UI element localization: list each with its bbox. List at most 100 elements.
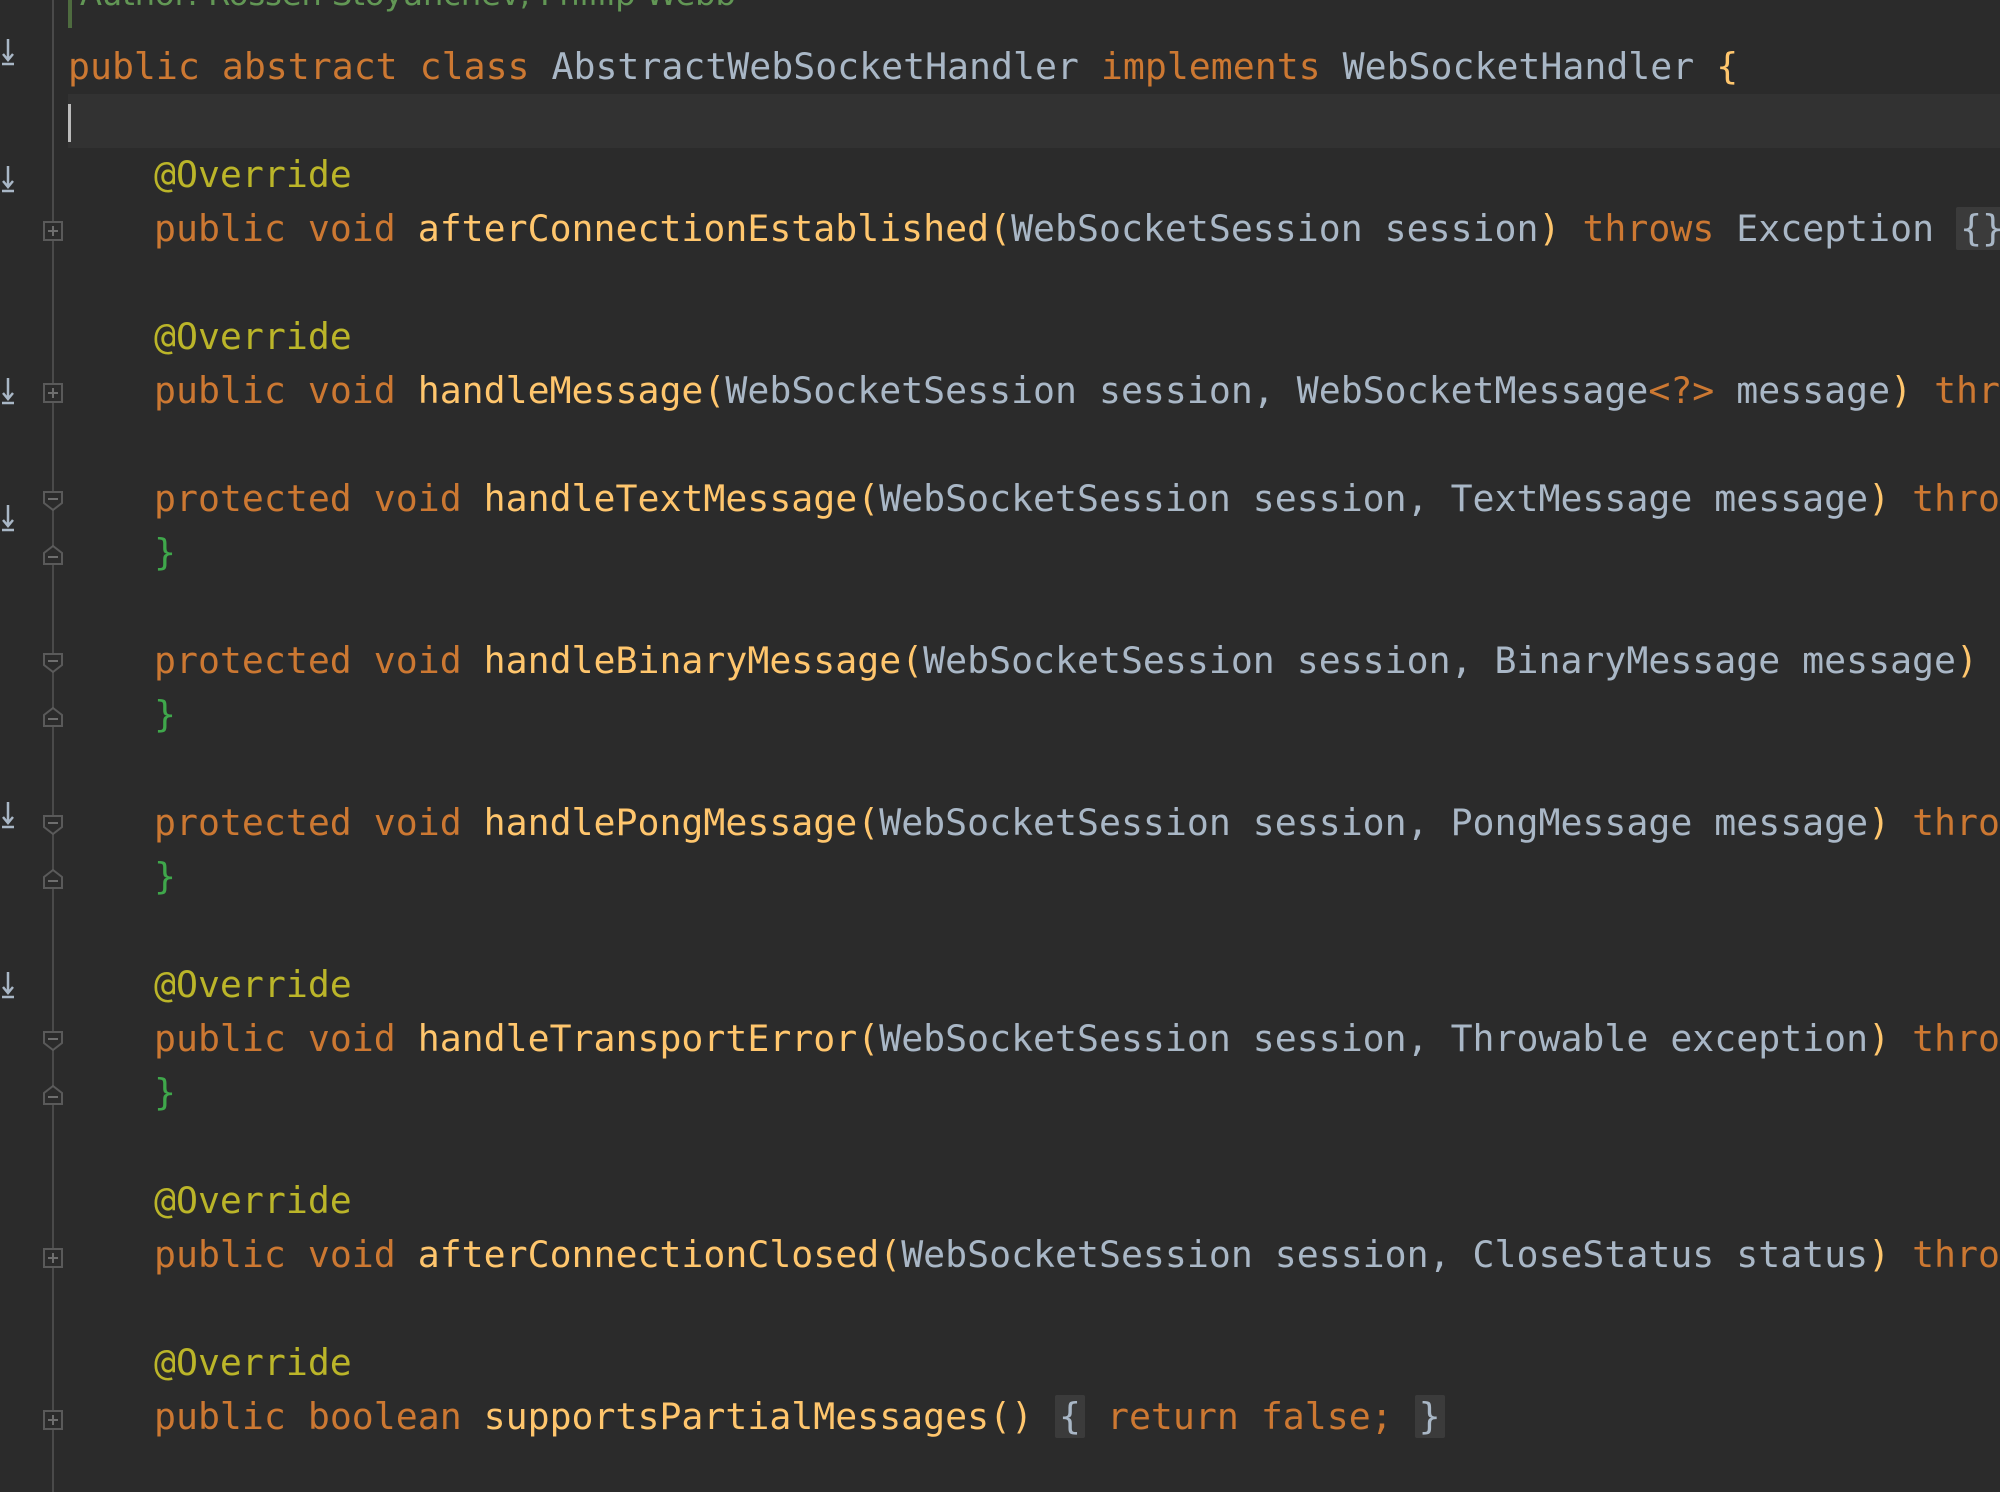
method-name: supportsPartialMessages [483, 1395, 990, 1438]
return-type: void [307, 369, 396, 412]
method-name: handleBinaryMessage [483, 639, 902, 682]
method-params: WebSocketSession session, TextMessage me… [879, 477, 1869, 520]
generic-wildcard: <?> [1648, 369, 1715, 412]
throws-keyword: throws [1912, 477, 2000, 520]
annotation: @Override [154, 153, 352, 196]
code-area[interactable]: public abstract class AbstractWebSocketH… [68, 0, 2000, 1492]
method-signature-line[interactable]: public boolean supportsPartialMessages()… [68, 1390, 2000, 1444]
method-name: afterConnectionEstablished [417, 207, 990, 250]
semicolon: ; [1370, 1395, 1393, 1438]
keyword-implements: implements [1100, 45, 1321, 88]
method-params: WebSocketSession session, Throwable exce… [879, 1017, 1869, 1060]
method-close-line[interactable]: } [68, 688, 2000, 742]
method-params: WebSocketSession session, PongMessage me… [879, 801, 1869, 844]
method-signature-line[interactable]: protected void handleBinaryMessage(WebSo… [68, 634, 2000, 688]
fold-minus-icon[interactable] [41, 1029, 65, 1053]
annotation-line[interactable]: @Override [68, 1336, 2000, 1390]
modifier: protected [154, 639, 352, 682]
return-type: void [373, 801, 462, 844]
folded-body[interactable]: {} [1956, 207, 2000, 250]
return-type: void [373, 477, 462, 520]
method-name: afterConnectionClosed [417, 1233, 880, 1276]
annotation: @Override [154, 1341, 352, 1384]
override-arrow-icon[interactable] [0, 800, 16, 830]
code-editor[interactable]: Author: Rossen Stoyanchev, Phillip Webb … [0, 0, 2000, 1492]
method-params: WebSocketSession session [1011, 207, 1539, 250]
text-caret [68, 104, 71, 142]
override-arrow-icon[interactable] [0, 970, 16, 1000]
modifier: public [154, 369, 286, 412]
method-signature-line[interactable]: public void afterConnectionClosed(WebSoc… [68, 1228, 2000, 1282]
annotation-line[interactable]: @Override [68, 148, 2000, 202]
method-params: WebSocketSession session, WebSocketMessa… [725, 369, 1649, 412]
annotation-line[interactable]: @Override [68, 1174, 2000, 1228]
false-keyword: false [1260, 1395, 1371, 1438]
current-line[interactable] [68, 94, 2000, 148]
override-arrow-icon[interactable] [0, 37, 16, 67]
class-open-brace: { [1716, 45, 1739, 88]
method-params: WebSocketSession session, CloseStatus st… [901, 1233, 1869, 1276]
method-name: handleMessage [417, 369, 704, 412]
throws-keyword: throw [1934, 369, 2000, 412]
override-arrow-icon[interactable] [0, 503, 16, 533]
keyword-class: class [419, 45, 530, 88]
return-type: void [373, 639, 462, 682]
throws-keyword: throws [1912, 1233, 2000, 1276]
annotation: @Override [154, 315, 352, 358]
fold-plus-icon[interactable] [41, 219, 65, 243]
return-type: void [307, 1017, 396, 1060]
method-close-line[interactable]: } [68, 850, 2000, 904]
method-name: handlePongMessage [483, 801, 858, 844]
method-params: WebSocketSession session, BinaryMessage … [923, 639, 1956, 682]
throws-keyword: throws [1912, 1017, 2000, 1060]
method-signature-line[interactable]: public void handleMessage(WebSocketSessi… [68, 364, 2000, 418]
fold-end-icon[interactable] [41, 1083, 65, 1107]
throws-keyword: throws [1912, 801, 2000, 844]
fold-end-icon[interactable] [41, 867, 65, 891]
method-signature-line[interactable]: public void handleTransportError(WebSock… [68, 1012, 2000, 1066]
throws-keyword: throws [1582, 207, 1715, 250]
fold-plus-icon[interactable] [41, 381, 65, 405]
fold-minus-icon[interactable] [41, 651, 65, 675]
annotation: @Override [154, 1179, 352, 1222]
modifier: public [154, 1017, 286, 1060]
modifier: protected [154, 477, 352, 520]
return-type: void [307, 1233, 396, 1276]
close-brace: } [154, 693, 176, 736]
method-signature-line[interactable]: protected void handleTextMessage(WebSock… [68, 472, 2000, 526]
modifier: protected [154, 801, 352, 844]
annotation: @Override [154, 963, 352, 1006]
class-declaration-line[interactable]: public abstract class AbstractWebSocketH… [68, 40, 2000, 94]
close-brace: } [154, 1071, 176, 1114]
fold-end-icon[interactable] [41, 705, 65, 729]
modifier: public [154, 207, 286, 250]
exception-type: Exception [1736, 207, 1935, 250]
fold-minus-icon[interactable] [41, 813, 65, 837]
fold-end-icon[interactable] [41, 543, 65, 567]
method-close-line[interactable]: } [68, 526, 2000, 580]
annotation-line[interactable]: @Override [68, 958, 2000, 1012]
method-name: handleTransportError [417, 1017, 858, 1060]
modifier: public [154, 1233, 286, 1276]
fold-minus-icon[interactable] [41, 489, 65, 513]
return-type: void [307, 207, 396, 250]
method-parens: () [989, 1395, 1034, 1438]
override-arrow-icon[interactable] [0, 164, 16, 194]
annotation-line[interactable]: @Override [68, 310, 2000, 364]
folded-body-close[interactable]: } [1414, 1395, 1445, 1438]
method-close-line[interactable]: } [68, 1066, 2000, 1120]
method-signature-line[interactable]: protected void handlePongMessage(WebSock… [68, 796, 2000, 850]
class-name: AbstractWebSocketHandler [551, 45, 1079, 88]
keyword-public: public [68, 45, 200, 88]
fold-plus-icon[interactable] [41, 1408, 65, 1432]
method-name: handleTextMessage [483, 477, 858, 520]
fold-plus-icon[interactable] [41, 1246, 65, 1270]
override-arrow-icon[interactable] [0, 376, 16, 406]
modifier: public [154, 1395, 286, 1438]
method-signature-line[interactable]: public void afterConnectionEstablished(W… [68, 202, 2000, 256]
folded-body-open[interactable]: { [1055, 1395, 1085, 1438]
return-keyword: return [1106, 1395, 1239, 1438]
interface-name: WebSocketHandler [1342, 45, 1695, 88]
close-brace: } [154, 855, 176, 898]
return-type: boolean [307, 1395, 462, 1438]
